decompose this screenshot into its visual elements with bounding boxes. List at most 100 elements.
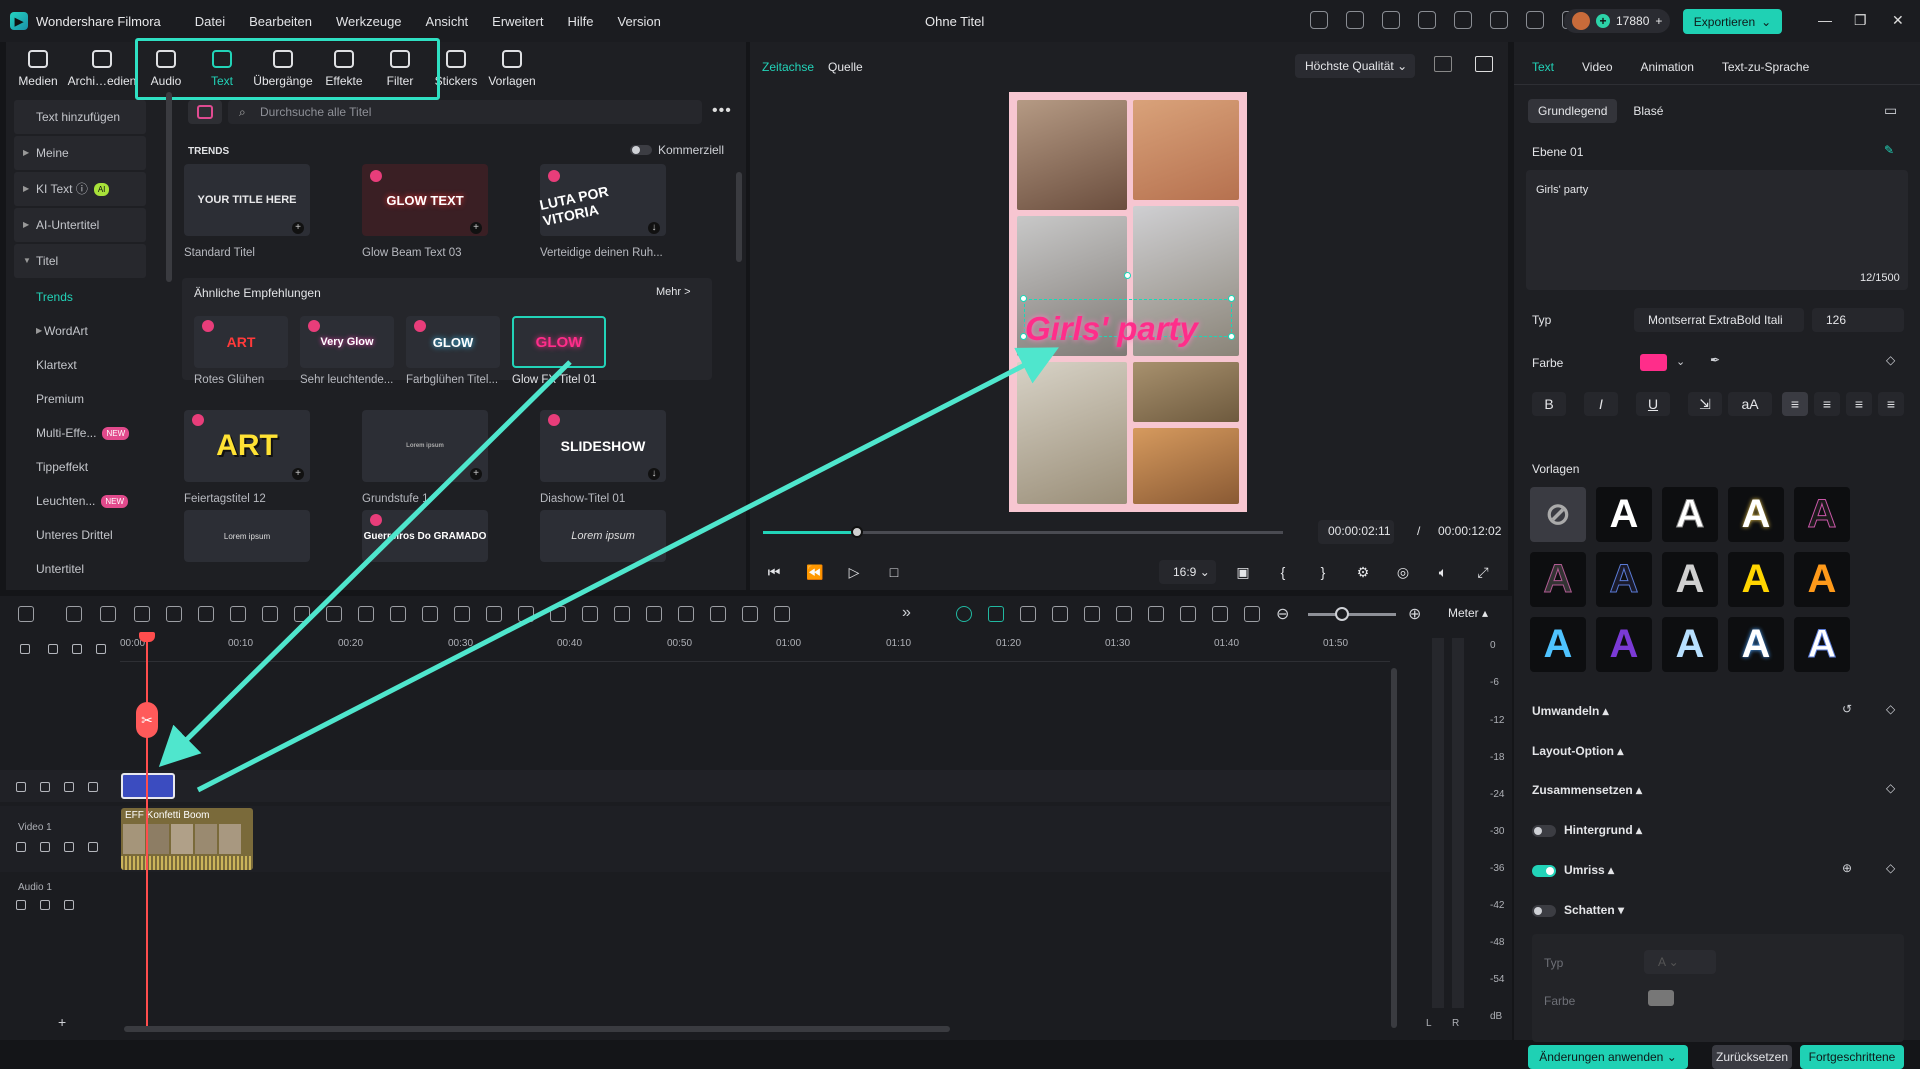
text-tool-icon[interactable] bbox=[262, 606, 278, 622]
sync-icon[interactable] bbox=[1084, 606, 1100, 622]
menu-erweitert[interactable]: Erweitert bbox=[492, 14, 543, 29]
credits-pill[interactable]: + 17880 + bbox=[1564, 9, 1671, 33]
add-track-icon[interactable]: + bbox=[58, 1014, 66, 1030]
layout-grid-icon[interactable] bbox=[18, 606, 34, 622]
title-filter-button[interactable] bbox=[188, 100, 222, 124]
align-center-icon[interactable]: ≡ bbox=[1814, 392, 1840, 416]
keyframe-icon[interactable]: ◇ bbox=[1886, 353, 1895, 367]
add-icon[interactable]: + bbox=[470, 468, 482, 480]
snapshot-icon[interactable]: ◎ bbox=[1395, 564, 1411, 580]
shadow-toggle[interactable] bbox=[1532, 905, 1556, 917]
add-icon[interactable]: ⊕ bbox=[1842, 861, 1852, 875]
title-card[interactable]: Lorem ipsum bbox=[362, 410, 488, 482]
save-icon[interactable] bbox=[1454, 11, 1472, 29]
cloud-icon[interactable] bbox=[1490, 11, 1508, 29]
style-template[interactable]: A bbox=[1728, 487, 1784, 542]
redo-icon[interactable] bbox=[134, 606, 150, 622]
meter-dropdown[interactable]: Meter ▴ bbox=[1448, 606, 1488, 620]
playhead[interactable] bbox=[146, 632, 148, 1032]
keyframe-icon[interactable]: ◇ bbox=[1886, 781, 1895, 795]
category-ki-text[interactable]: ▶ KI Text ⓘ AI bbox=[14, 172, 146, 206]
category-ai-untertitel[interactable]: ▶ AI-Untertitel bbox=[14, 208, 146, 242]
text-clip[interactable] bbox=[121, 773, 175, 799]
effect-tool-icon[interactable] bbox=[614, 606, 630, 622]
stabilize-icon[interactable] bbox=[486, 606, 502, 622]
step-back-icon[interactable]: ⏪ bbox=[806, 564, 823, 580]
tab-text-to-speech[interactable]: Text-zu-Sprache bbox=[1722, 60, 1809, 74]
ai-copilot-icon[interactable] bbox=[956, 606, 972, 622]
more-options-icon[interactable]: ••• bbox=[712, 102, 732, 120]
mark-out-icon[interactable]: } bbox=[1315, 564, 1331, 580]
tab-vorlagen[interactable]: Vorlagen bbox=[484, 42, 540, 94]
commercial-toggle[interactable]: Kommerziell bbox=[630, 143, 724, 157]
shadow-type-dropdown[interactable]: A ⌄ bbox=[1644, 950, 1716, 974]
italic-button[interactable]: I bbox=[1584, 392, 1618, 416]
toggle-switch[interactable] bbox=[630, 145, 652, 155]
delete-icon[interactable] bbox=[166, 606, 182, 622]
replace-icon[interactable] bbox=[1052, 606, 1068, 622]
add-icon[interactable]: + bbox=[470, 222, 482, 234]
tab-archiv[interactable]: Archi…edien bbox=[66, 42, 138, 94]
render-icon[interactable]: ▣ bbox=[1235, 564, 1251, 580]
shadow-color-swatch[interactable] bbox=[1648, 990, 1674, 1006]
track-settings-icon[interactable] bbox=[20, 644, 30, 654]
speaker-icon[interactable] bbox=[40, 900, 50, 910]
category-premium[interactable]: Premium bbox=[14, 382, 146, 416]
justify-icon[interactable]: ≡ bbox=[1878, 392, 1904, 416]
tab-quelle[interactable]: Quelle bbox=[828, 60, 863, 74]
bold-button[interactable]: B bbox=[1532, 392, 1566, 416]
smart-cut-icon[interactable] bbox=[988, 606, 1004, 622]
eye-icon[interactable] bbox=[88, 782, 98, 792]
title-card[interactable]: YOUR TITLE HERE bbox=[184, 164, 310, 236]
hide-icon[interactable] bbox=[64, 842, 74, 852]
mask-icon[interactable] bbox=[454, 606, 470, 622]
category-scrollbar[interactable] bbox=[166, 92, 172, 282]
outline-toggle[interactable] bbox=[1532, 865, 1556, 877]
section-shadow[interactable]: Schatten ▾ bbox=[1564, 903, 1624, 917]
speaker-icon[interactable] bbox=[40, 842, 50, 852]
more-tools-icon[interactable]: » bbox=[902, 604, 911, 622]
quality-dropdown[interactable]: Höchste Qualität ⌄ bbox=[1295, 54, 1415, 78]
menu-datei[interactable]: Datei bbox=[195, 14, 225, 29]
undo-icon[interactable] bbox=[100, 606, 116, 622]
search-input[interactable]: Durchsuche alle Titel bbox=[228, 100, 702, 124]
caption-icon[interactable] bbox=[774, 606, 790, 622]
underline-button[interactable]: U bbox=[1636, 392, 1670, 416]
keyframe-icon[interactable]: ◇ bbox=[1886, 861, 1895, 875]
align-left-icon[interactable]: ≡ bbox=[1782, 392, 1808, 416]
style-template[interactable]: A bbox=[1728, 552, 1784, 607]
pip-icon[interactable] bbox=[1212, 606, 1228, 622]
style-template[interactable]: A bbox=[1530, 552, 1586, 607]
style-template[interactable]: A bbox=[1662, 487, 1718, 542]
close-icon[interactable]: ✕ bbox=[1892, 12, 1904, 29]
preview-canvas[interactable]: Girls' party bbox=[1009, 92, 1247, 512]
adjust-icon[interactable] bbox=[422, 606, 438, 622]
add-icon[interactable]: + bbox=[292, 468, 304, 480]
menu-ansicht[interactable]: Ansicht bbox=[426, 14, 469, 29]
style-template[interactable]: A bbox=[1728, 617, 1784, 672]
zoom-knob[interactable] bbox=[1335, 607, 1349, 621]
category-tippeffekt[interactable]: Tippeffekt bbox=[14, 450, 146, 484]
mode-grundlegend[interactable]: Grundlegend bbox=[1528, 99, 1618, 123]
hide-icon[interactable] bbox=[64, 782, 74, 792]
advanced-button[interactable]: Fortgeschrittene bbox=[1800, 1045, 1904, 1069]
category-untertitel[interactable]: Untertitel bbox=[14, 552, 146, 586]
font-size-dropdown[interactable]: 126 bbox=[1812, 308, 1904, 332]
microphone-icon[interactable] bbox=[1148, 606, 1164, 622]
speed-icon[interactable] bbox=[326, 606, 342, 622]
hide-icon[interactable] bbox=[64, 900, 74, 910]
send-icon[interactable] bbox=[1346, 11, 1364, 29]
more-link[interactable]: Mehr > bbox=[656, 286, 691, 298]
category-meine[interactable]: ▶ Meine bbox=[14, 136, 146, 170]
ai-edit-icon[interactable]: ✎ bbox=[1884, 143, 1894, 157]
title-card[interactable]: Lorem ipsum bbox=[540, 510, 666, 562]
headset-icon[interactable] bbox=[1526, 11, 1544, 29]
category-leuchten[interactable]: Leuchten... NEW bbox=[14, 484, 146, 518]
add-credits-icon[interactable]: + bbox=[1655, 14, 1662, 28]
style-template[interactable]: A bbox=[1596, 552, 1652, 607]
background-toggle[interactable] bbox=[1532, 825, 1556, 837]
scene-icon[interactable] bbox=[1020, 606, 1036, 622]
magnet-icon[interactable] bbox=[72, 644, 82, 654]
keyframe-icon[interactable]: ◇ bbox=[1886, 702, 1895, 716]
motion-icon[interactable] bbox=[518, 606, 534, 622]
